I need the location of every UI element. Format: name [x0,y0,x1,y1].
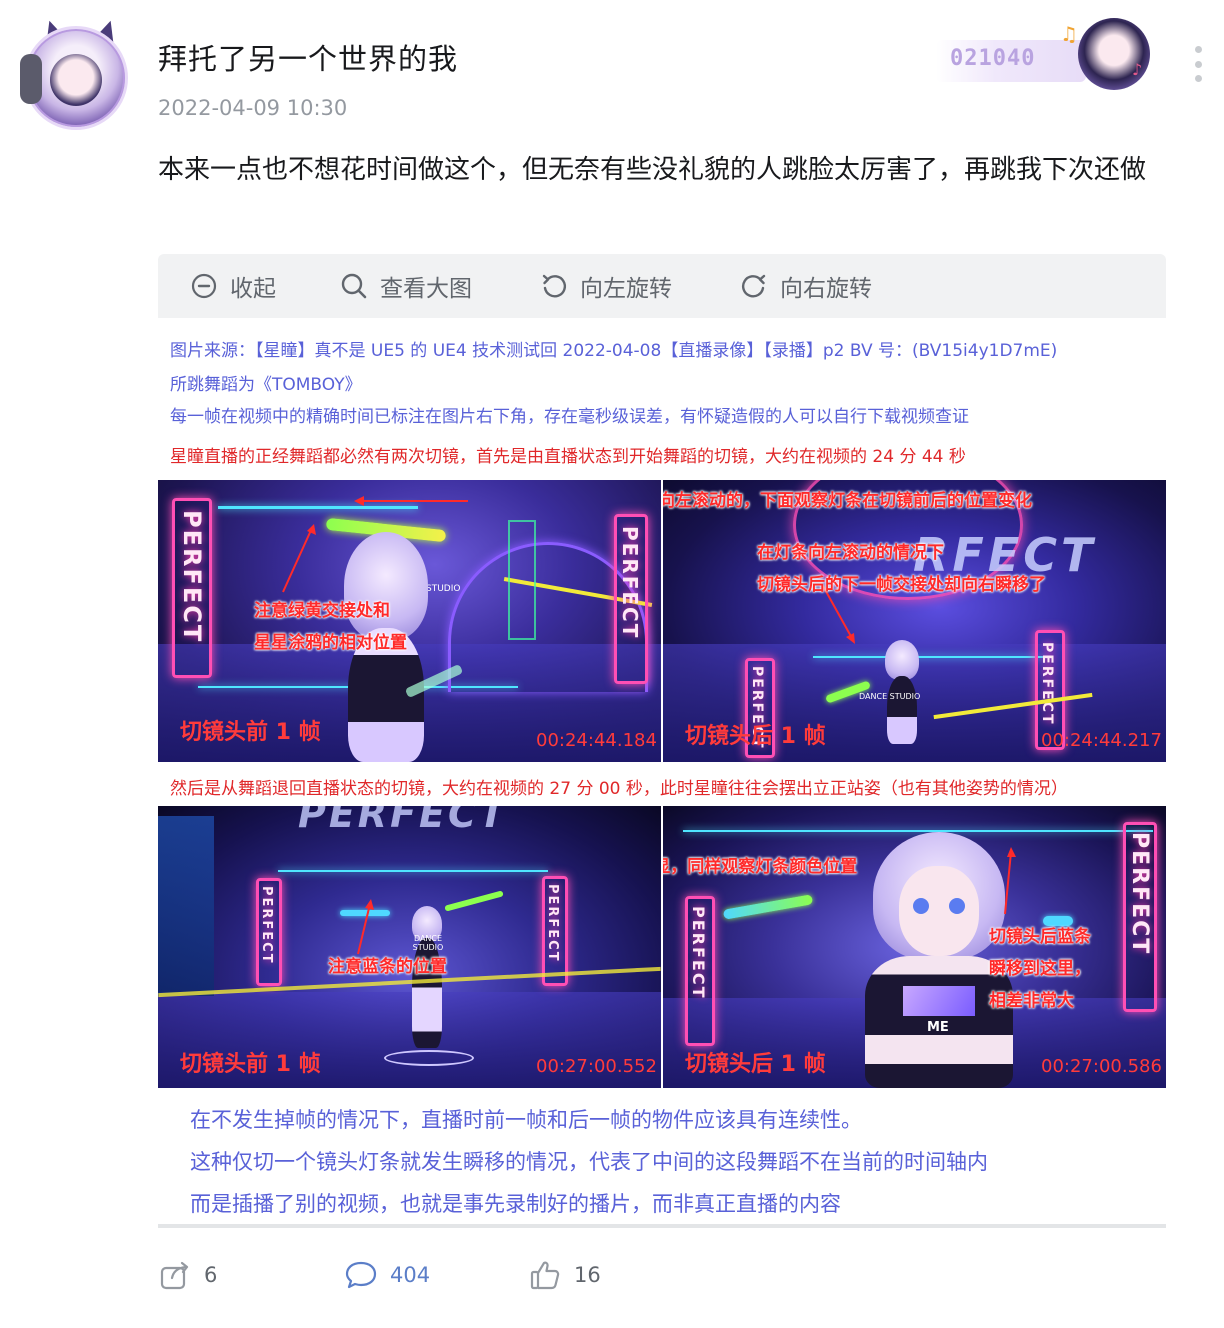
conclusion-text: 而是插播了别的视频，也就是事先录制好的播片，而非真正直播的内容 [190,1192,841,1216]
collapse-label: 收起 [230,276,276,302]
frame-panel-3: PERFECT PERFECT PERFECT DANCE STUDIO 注意蓝… [158,806,661,1088]
more-dot-icon [1194,75,1202,82]
comment-button[interactable]: 404 [344,1258,430,1292]
avatar-face [50,54,102,106]
frame-panel-2: RFECT PERFECT PERFECT DANCE STUDIO 这个场景的… [663,480,1166,762]
fan-badge[interactable]: 021040 ♫ ♪ [936,18,1150,90]
thumbs-up-icon [530,1261,560,1290]
frame-label: 切镜头前 1 帧 [180,720,321,745]
annotation-text: 切镜头后蓝条 [989,927,1091,947]
frame-label: 切镜头后 1 帧 [685,1052,826,1077]
annotation-text: 相差非常大 [989,991,1074,1011]
image-dance-caption: 所跳舞蹈为《TOMBOY》 [170,375,362,395]
music-note-icon: ♪ [1132,60,1143,79]
more-options-button[interactable] [1190,46,1206,82]
search-icon [341,273,367,299]
annotation-banner: 这个场景的灯条一直都是向左滚动的，下面观察灯条在切镜前后的位置变化 [663,491,1032,511]
conclusion-text: 在不发生掉帧的情况下，直播时前一帧和后一帧的物件应该具有连续性。 [190,1108,862,1132]
image-timing-caption: 每一帧在视频中的精确时间已标注在图片右下角，存在毫秒级误差，有怀疑造假的人可以自… [170,407,969,427]
conclusion-text: 这种仅切一个镜头灯条就发生瞬移的情况，代表了中间的这段舞蹈不在当前的时间轴内 [190,1150,988,1174]
view-large-button[interactable]: 查看大图 [340,269,508,303]
like-button[interactable]: 16 [528,1258,601,1292]
rotate-right-label: 向右旋转 [780,276,872,302]
avatar-microphone [20,54,42,104]
frame-timestamp: 00:27:00.552 [536,1056,657,1077]
more-dot-icon [1194,60,1202,68]
post-date: 2022-04-09 10:30 [158,96,348,120]
comment-icon [345,1261,377,1289]
view-large-label: 查看大图 [380,276,472,302]
rotate-left-label: 向左旋转 [580,276,672,302]
share-icon [160,1261,189,1290]
annotation-text: 星星涂鸦的相对位置 [254,633,407,653]
rotate-right-icon [741,274,766,298]
rotate-left-icon [542,274,567,298]
post-author-title[interactable]: 拜托了另一个世界的我 [158,36,458,78]
annotation-text: 切镜头后的下一帧交接处却向右瞬移了 [757,575,1046,595]
collapse-icon [191,273,217,299]
frame-label: 切镜头后 1 帧 [685,724,826,749]
user-avatar[interactable] [20,14,130,130]
image-red-caption-1: 星瞳直播的正经舞蹈都必然有两次切镜，首先是由直播状态到开始舞蹈的切镜，大约在视频… [170,447,966,467]
collapse-button[interactable]: 收起 [190,269,308,303]
frame-panel-4: PERFECT PERFECT ME 27：00 这里比上面的更明显，同样观察灯… [663,806,1166,1088]
rotate-right-button[interactable]: 向右旋转 [740,269,872,303]
fan-badge-number: 021040 [950,46,1036,71]
post-body: 本来一点也不想花时间做这个，但无奈有些没礼貌的人跳脸太厉害了，再跳我下次还做 [158,155,1147,185]
image-source-caption: 图片来源：【星瞳】真不是 UE5 的 UE4 技术测试回 2022-04-08【… [170,341,1058,361]
comment-count: 404 [390,1263,431,1287]
image-red-caption-2: 然后是从舞蹈退回直播状态的切镜，大约在视频的 27 分 00 秒，此时星瞳往往会… [170,779,1068,799]
fan-badge-avatar [1078,18,1150,90]
frame-timestamp: 00:24:44.184 [536,730,657,751]
share-button[interactable]: 6 [158,1258,217,1292]
post-action-bar: 6 404 16 [158,1258,758,1298]
frame-timestamp: 00:27:00.586 [1041,1056,1162,1077]
frame-timestamp: 00:24:44.217 [1041,730,1162,751]
image-toolbar: 收起 查看大图 向左旋转 向右旋转 [158,254,1166,318]
annotation-text: 注意绿黄交接处和 [254,601,390,621]
frame-label: 切镜头前 1 帧 [180,1052,321,1077]
annotation-banner: 27：00 这里比上面的更明显，同样观察灯条颜色位置 [663,857,858,877]
post-image[interactable]: 图片来源：【星瞳】真不是 UE5 的 UE4 技术测试回 2022-04-08【… [158,318,1166,1228]
annotation-text: 注意蓝条的位置 [328,957,447,977]
share-count: 6 [204,1263,218,1287]
annotation-text: 瞬移到这里， [989,959,1091,979]
more-dot-icon [1194,46,1202,53]
like-count: 16 [574,1263,601,1287]
annotation-text: 在灯条向左滚动的情况下 [757,543,944,563]
music-note-icon: ♫ [1060,22,1078,46]
rotate-left-button[interactable]: 向左旋转 [540,269,708,303]
frame-panel-1: PERFECT STUDIO PERFECT 注意绿黄交接处和 星星涂鸦的相对位… [158,480,661,762]
